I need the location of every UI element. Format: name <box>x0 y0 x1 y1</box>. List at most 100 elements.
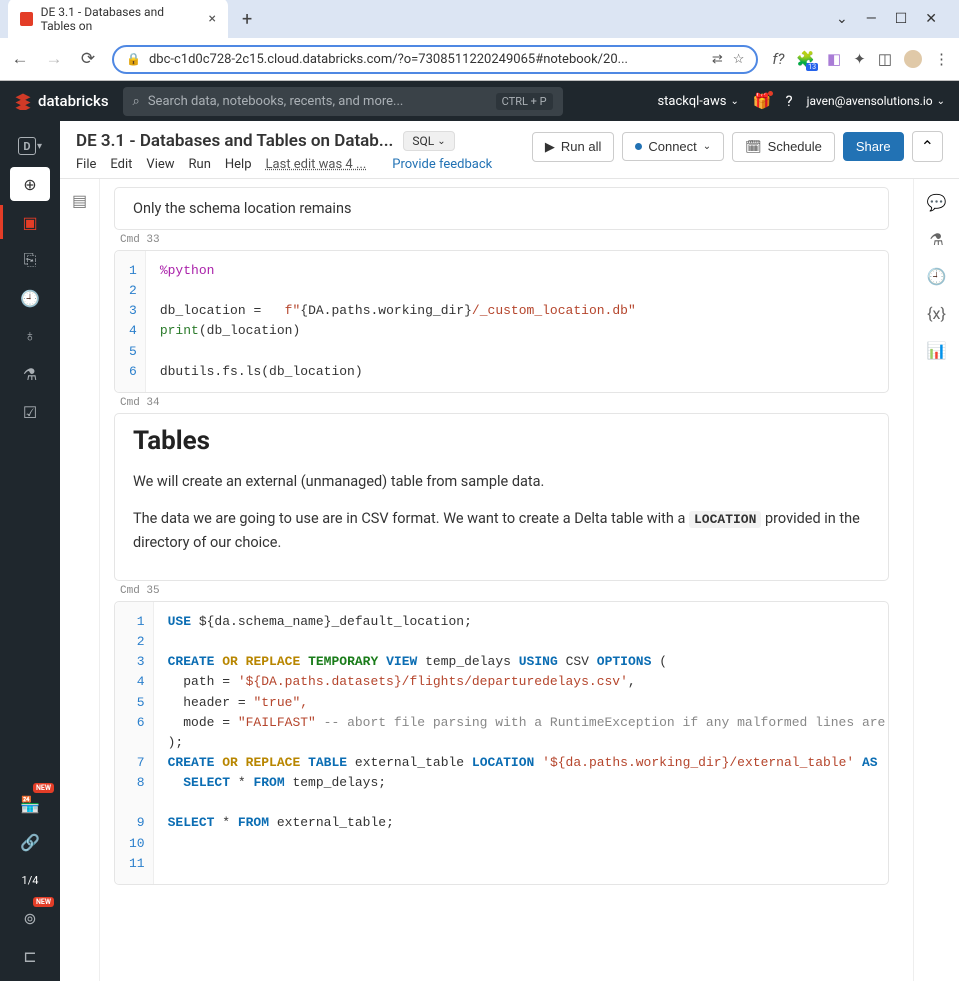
search-placeholder: Search data, notebooks, recents, and mor… <box>148 94 488 109</box>
browser-tab[interactable]: DE 3.1 - Databases and Tables on × <box>8 0 228 40</box>
nav-new-icon[interactable]: ⊕ <box>10 167 50 201</box>
md-paragraph: The data we are going to use are in CSV … <box>133 507 870 554</box>
line-numbers: 123456 78 91011 <box>115 602 154 884</box>
nav-catalog-icon[interactable]: ♁ <box>10 319 50 353</box>
star-icon[interactable]: ☆ <box>733 52 745 67</box>
connect-button[interactable]: Connect⌄ <box>622 132 724 161</box>
address-bar: ← → ⟳ 🔒 dbc-c1d0c728-2c15.cloud.databric… <box>0 38 959 80</box>
chevron-down-icon: ⌄ <box>937 96 945 107</box>
menu-run[interactable]: Run <box>189 157 211 172</box>
user-email-text: javen@avensolutions.io <box>807 94 933 108</box>
databricks-topbar: databricks ⌕ Search data, notebooks, rec… <box>0 81 959 121</box>
nav-partner-icon[interactable]: 🔗 <box>10 825 50 859</box>
code-content[interactable]: %python db_location = f"{DA.paths.workin… <box>146 251 888 392</box>
feedback-link[interactable]: Provide feedback <box>392 157 492 172</box>
search-icon: ⌕ <box>133 94 140 109</box>
help-icon[interactable]: ? <box>786 92 793 110</box>
code-cell[interactable]: 123456 78 91011 USE ${da.schema_name}_de… <box>114 601 889 885</box>
url-text: dbc-c1d0c728-2c15.cloud.databricks.com/?… <box>149 52 704 67</box>
window-controls: ⌄ — ☐ ✕ <box>836 11 951 27</box>
nav-recents-icon[interactable]: 🕘 <box>10 281 50 315</box>
ext-fn-icon[interactable]: f? <box>772 50 784 68</box>
expand-toggle[interactable]: ⌃ <box>912 131 943 162</box>
experiments-icon[interactable]: ⚗ <box>929 230 943 249</box>
md-paragraph: We will create an external (unmanaged) t… <box>133 470 870 493</box>
menu-file[interactable]: File <box>76 157 96 172</box>
toc-gutter: ▤ <box>60 179 100 981</box>
chevron-down-icon: ⌄ <box>730 96 738 107</box>
notebook-menu: File Edit View Run Help Last edit was 4 … <box>76 157 520 172</box>
nav-settings-icon[interactable]: ⊚NEW <box>10 901 50 935</box>
close-window-icon[interactable]: ✕ <box>925 11 937 27</box>
run-all-button[interactable]: ▶ Run all <box>532 132 614 162</box>
user-menu[interactable]: javen@avensolutions.io ⌄ <box>807 94 945 108</box>
extension-icons: f? 🧩 ◧ ✦ ◫ ⋮ <box>772 50 949 68</box>
code-cell[interactable]: 123456 %python db_location = f"{DA.paths… <box>114 250 889 393</box>
lock-icon: 🔒 <box>126 52 141 66</box>
notebook-title[interactable]: DE 3.1 - Databases and Tables on Datab..… <box>76 131 393 151</box>
gift-icon[interactable]: 🎁 <box>753 92 772 110</box>
nav-count[interactable]: 1/4 <box>10 863 50 897</box>
search-input[interactable]: ⌕ Search data, notebooks, recents, and m… <box>123 87 563 116</box>
code-content[interactable]: USE ${da.schema_name}_default_location; … <box>154 602 888 884</box>
toc-icon[interactable]: ▤ <box>72 191 87 210</box>
nav-marketplace-icon[interactable]: 🏪NEW <box>10 787 50 821</box>
menu-edit[interactable]: Edit <box>110 157 132 172</box>
main-area: D▾ ⊕ ▣ ⎘ 🕘 ♁ ⚗ ☑ 🏪NEW 🔗 1/4 ⊚NEW ⊏ DE 3.… <box>0 121 959 981</box>
new-tab-button[interactable]: + <box>234 9 260 30</box>
more-icon[interactable]: ⋮ <box>934 50 949 68</box>
menu-help[interactable]: Help <box>225 157 252 172</box>
variables-icon[interactable]: {x} <box>927 304 946 323</box>
notebook-header: DE 3.1 - Databases and Tables on Datab..… <box>60 121 959 179</box>
right-rail: 💬 ⚗ 🕘 {x} 📊 <box>913 179 959 981</box>
kbd-hint: CTRL + P <box>496 93 553 110</box>
line-numbers: 123456 <box>115 251 146 392</box>
ext-purple-icon[interactable]: ◧ <box>827 50 841 68</box>
tab-bar: DE 3.1 - Databases and Tables on × + ⌄ —… <box>0 0 959 38</box>
back-button[interactable]: ← <box>10 49 30 69</box>
workspace-selector[interactable]: stackql-aws ⌄ <box>657 94 738 109</box>
language-selector[interactable]: SQL ⌄ <box>403 131 454 151</box>
url-input[interactable]: 🔒 dbc-c1d0c728-2c15.cloud.databricks.com… <box>112 45 758 74</box>
cmd-label: Cmd 33 <box>120 234 889 246</box>
markdown-cell[interactable]: Tables We will create an external (unman… <box>114 413 889 581</box>
nav-checklist-icon[interactable]: ☑ <box>10 395 50 429</box>
cell-text: Only the schema location remains <box>115 188 888 229</box>
ext-badge-icon[interactable]: 🧩 <box>796 50 815 68</box>
sidepanel-icon[interactable]: ◫ <box>878 50 892 68</box>
nav-repos-icon[interactable]: ⎘ <box>10 243 50 277</box>
minimize-icon[interactable]: — <box>866 11 877 27</box>
dashboard-icon[interactable]: 📊 <box>927 341 947 360</box>
tab-favicon <box>20 12 33 26</box>
reload-button[interactable]: ⟳ <box>78 49 98 69</box>
nav-workflows-icon[interactable]: ⚗ <box>10 357 50 391</box>
forward-button[interactable]: → <box>44 49 64 69</box>
browser-chrome: DE 3.1 - Databases and Tables on × + ⌄ —… <box>0 0 959 81</box>
notebook-wrap: DE 3.1 - Databases and Tables on Datab..… <box>60 121 959 981</box>
markdown-cell[interactable]: Only the schema location remains <box>114 187 889 230</box>
workspace-name: stackql-aws <box>657 94 726 109</box>
nav-data-icon[interactable]: D▾ <box>10 129 50 163</box>
schedule-button[interactable]: 🗓 Schedule <box>732 132 835 162</box>
maximize-icon[interactable]: ☐ <box>895 11 908 27</box>
comments-icon[interactable]: 💬 <box>927 193 947 212</box>
menu-view[interactable]: View <box>146 157 174 172</box>
notebook-content[interactable]: Only the schema location remains Cmd 33 … <box>100 179 913 981</box>
translate-icon[interactable]: ⇄ <box>712 52 723 67</box>
brand-text: databricks <box>38 92 109 110</box>
cmd-label: Cmd 35 <box>120 585 889 597</box>
close-icon[interactable]: × <box>209 11 216 27</box>
profile-avatar[interactable] <box>904 50 922 68</box>
nav-collapse-icon[interactable]: ⊏ <box>10 939 50 973</box>
md-heading: Tables <box>133 426 870 456</box>
notebook-actions: ▶ Run all Connect⌄ 🗓 Schedule Share ⌃ <box>532 131 943 162</box>
notebook-body: ▤ Only the schema location remains Cmd 3… <box>60 179 959 981</box>
tab-title: DE 3.1 - Databases and Tables on <box>41 5 201 33</box>
databricks-logo[interactable]: databricks <box>14 92 109 110</box>
history-icon[interactable]: 🕘 <box>927 267 947 286</box>
extensions-icon[interactable]: ✦ <box>853 50 866 68</box>
share-button[interactable]: Share <box>843 132 904 161</box>
caret-down-icon[interactable]: ⌄ <box>836 11 848 27</box>
last-edit-label[interactable]: Last edit was 4 ... <box>266 157 367 172</box>
nav-workspace-icon[interactable]: ▣ <box>10 205 50 239</box>
